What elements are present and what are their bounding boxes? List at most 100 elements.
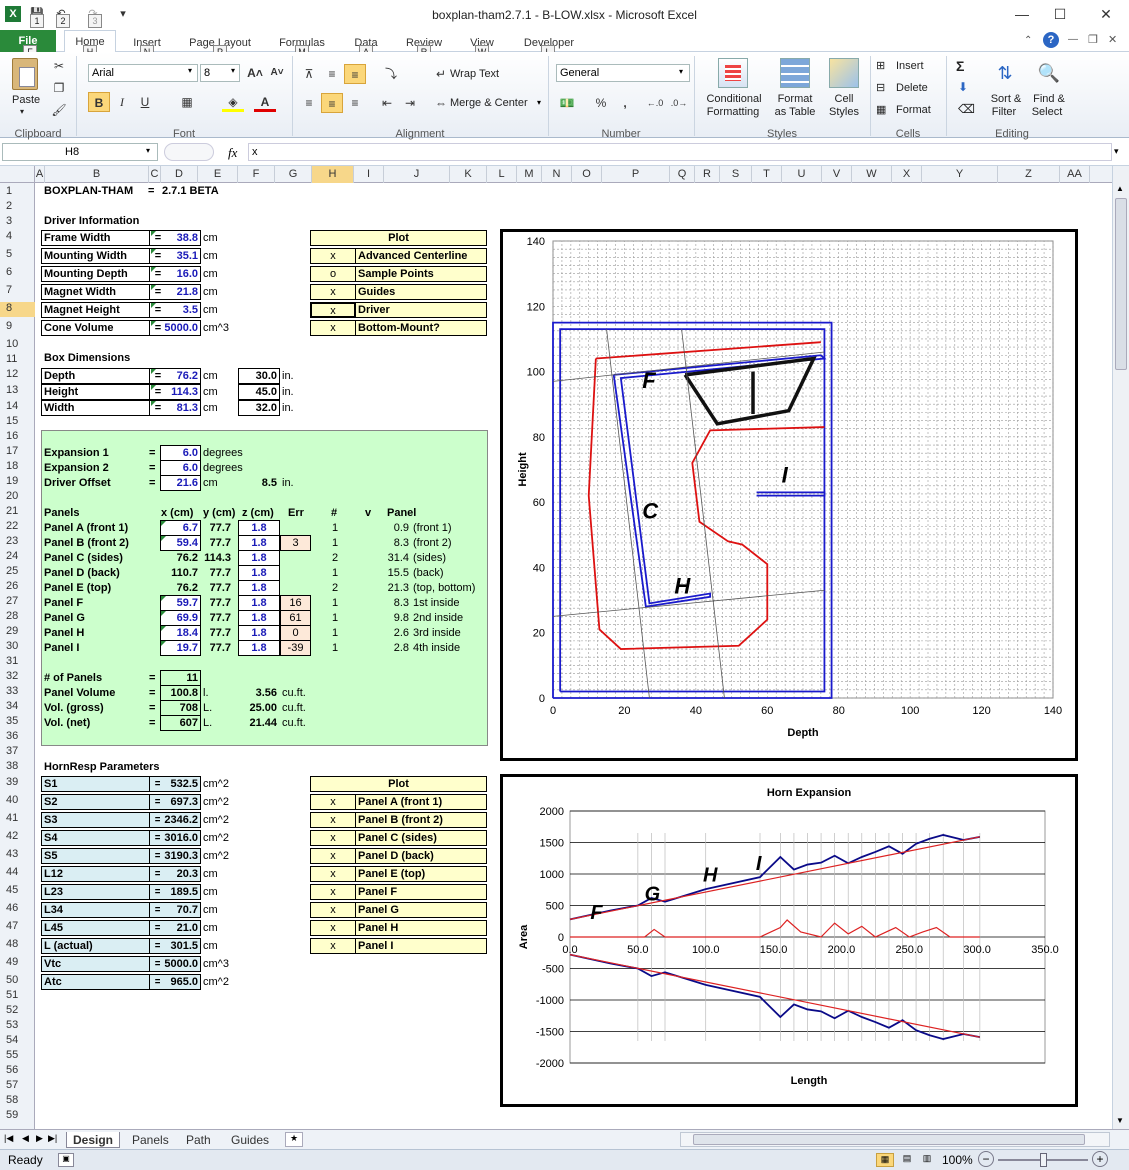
sort-filter-icon[interactable]: ⇅ [990, 58, 1020, 88]
column-header[interactable]: U [782, 166, 822, 183]
panel-z[interactable]: 1.8 [238, 595, 280, 611]
number-format-dropdown-icon[interactable]: ▾ [679, 67, 683, 76]
page-break-view-icon[interactable]: ▥ [918, 1153, 936, 1167]
row-header[interactable]: 48 [0, 938, 35, 953]
percent-icon[interactable]: % [590, 93, 612, 113]
row-header[interactable]: 53 [0, 1019, 35, 1034]
font-name-dropdown-icon[interactable]: ▾ [188, 66, 192, 75]
paste-dropdown-icon[interactable]: ▾ [20, 107, 24, 116]
expansion-value[interactable]: 6.0 [160, 445, 201, 461]
align-center-icon[interactable]: ≡ [321, 93, 343, 113]
row-header[interactable]: 3 [0, 215, 35, 230]
panel-x[interactable]: 19.7 [160, 640, 201, 656]
row-header[interactable]: 39 [0, 776, 35, 791]
scroll-thumb[interactable] [1115, 198, 1127, 370]
shrink-font-icon[interactable]: A˅ [266, 63, 288, 83]
bold-button[interactable]: B [88, 92, 110, 112]
sheet-prev-icon[interactable]: ◀ [22, 1133, 29, 1144]
name-box[interactable]: H8 [2, 143, 158, 161]
row-header[interactable]: 31 [0, 655, 35, 670]
minimize-icon[interactable]: — [1002, 0, 1042, 28]
column-header[interactable]: Z [998, 166, 1060, 183]
sheet-tab-panels[interactable]: Panels [126, 1132, 175, 1148]
row-header[interactable]: 51 [0, 989, 35, 1004]
column-header[interactable]: C [149, 166, 161, 183]
delete-cells-button[interactable]: Delete [896, 82, 928, 94]
column-header[interactable]: V [822, 166, 852, 183]
format-cells-button[interactable]: Format [896, 104, 931, 116]
row-header[interactable]: 15 [0, 415, 35, 430]
panel-z[interactable]: 1.8 [238, 580, 280, 596]
decrease-indent-icon[interactable]: ⇤ [376, 93, 398, 113]
comma-icon[interactable]: , [614, 93, 636, 113]
row-header[interactable]: 32 [0, 670, 35, 685]
box-value[interactable]: 114.3 [160, 384, 201, 400]
expansion-value[interactable]: 21.6 [160, 475, 201, 491]
row-header[interactable]: 47 [0, 920, 35, 935]
panel-x[interactable]: 59.4 [160, 535, 201, 551]
conditional-formatting-label-1[interactable]: Conditional [700, 93, 768, 105]
expand-formula-icon[interactable]: ▾ [1114, 146, 1119, 157]
row-header[interactable]: 25 [0, 565, 35, 580]
horn-expansion-chart[interactable]: Horn Expansion 2000 1500 1000 500 0 -500 -1000 -… [500, 774, 1078, 1107]
row-header[interactable]: 20 [0, 490, 35, 505]
panel-z[interactable]: 1.8 [238, 565, 280, 581]
clear-icon[interactable]: ⌫ [958, 102, 975, 116]
driver-value[interactable]: 21.8 [160, 284, 201, 300]
plot-panel-mark[interactable]: x [310, 830, 356, 846]
row-header[interactable]: 34 [0, 700, 35, 715]
row-header[interactable]: 42 [0, 830, 35, 845]
zoom-level[interactable]: 100% [942, 1153, 973, 1167]
row-header[interactable]: 4 [0, 230, 35, 245]
column-header[interactable]: H [312, 166, 354, 183]
row-header[interactable]: 55 [0, 1049, 35, 1064]
plot-panel-mark[interactable]: x [310, 938, 356, 954]
sheet-tab-design[interactable]: Design [66, 1132, 121, 1148]
panel-x[interactable]: 69.9 [160, 610, 201, 626]
box-plan-chart[interactable]: 0 20 40 60 80 100 120 140 0 20 40 60 80 100 120 140 Dept… [500, 229, 1078, 761]
column-header[interactable]: N [542, 166, 572, 183]
name-box-dropdown-icon[interactable]: ▾ [146, 146, 150, 155]
row-header[interactable]: 19 [0, 475, 35, 490]
column-header[interactable]: L [487, 166, 517, 183]
row-header[interactable]: 16 [0, 430, 35, 445]
panel-z[interactable]: 1.8 [238, 640, 280, 656]
column-header[interactable]: A [35, 166, 45, 183]
row-header[interactable]: 2 [0, 200, 35, 215]
align-left-icon[interactable]: ≡ [298, 93, 320, 113]
row-header[interactable]: 17 [0, 445, 35, 460]
find-select-icon[interactable]: 🔍 [1034, 58, 1064, 88]
font-size-dropdown-icon[interactable]: ▾ [231, 66, 235, 75]
scroll-up-icon[interactable]: ▲ [1116, 184, 1124, 193]
box-value[interactable]: 81.3 [160, 400, 201, 416]
panel-z[interactable]: 1.8 [238, 550, 280, 566]
sheet-last-icon[interactable]: ▶| [48, 1133, 57, 1144]
zoom-in-icon[interactable]: + [1092, 1151, 1108, 1167]
row-header[interactable]: 28 [0, 610, 35, 625]
delete-cells-icon[interactable]: ⊟ [876, 81, 885, 94]
sheet-tab-path[interactable]: Path [180, 1132, 217, 1148]
autosum-icon[interactable]: Σ [956, 58, 964, 74]
fill-color-icon[interactable]: ◈ [222, 92, 244, 112]
column-header[interactable]: I [354, 166, 384, 183]
row-header[interactable]: 41 [0, 812, 35, 827]
row-header[interactable]: 24 [0, 550, 35, 565]
panel-x[interactable]: 6.7 [160, 520, 201, 536]
doc-minimize-icon[interactable]: — [1068, 34, 1078, 45]
wrap-text-button[interactable]: Wrap Text [450, 68, 499, 80]
column-header[interactable]: J [384, 166, 450, 183]
driver-value[interactable]: 5000.0 [160, 320, 201, 336]
merge-center-button[interactable]: Merge & Center [450, 97, 528, 109]
row-header[interactable]: 43 [0, 848, 35, 863]
row-header[interactable]: 36 [0, 730, 35, 745]
find-select-label-1[interactable]: Find & [1027, 93, 1071, 105]
column-header[interactable]: B [45, 166, 149, 183]
sort-filter-label-1[interactable]: Sort & [984, 93, 1028, 105]
doc-close-icon[interactable]: ✕ [1108, 33, 1117, 46]
new-sheet-icon[interactable]: ★ [285, 1132, 303, 1147]
format-as-table-label-2[interactable]: as Table [768, 106, 822, 118]
row-header[interactable]: 52 [0, 1004, 35, 1019]
driver-value[interactable]: 38.8 [160, 230, 201, 246]
row-header[interactable]: 46 [0, 902, 35, 917]
column-header[interactable]: G [275, 166, 312, 183]
